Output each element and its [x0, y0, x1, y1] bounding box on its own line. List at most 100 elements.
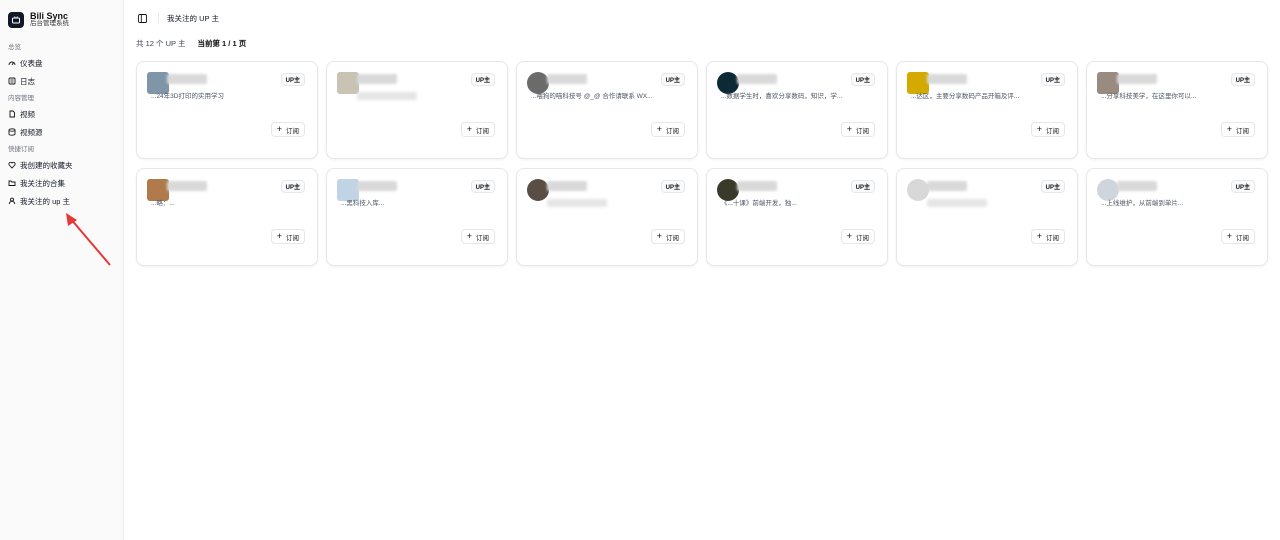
up-name-redacted [737, 181, 777, 191]
page-indicator: 当前第 1 / 1 页 [197, 38, 247, 48]
nav-group-label: 总览 [8, 44, 21, 51]
subscribe-button[interactable]: + 订阅 [270, 122, 305, 137]
brand[interactable]: Bili Sync 后台管理系统 [0, 8, 123, 32]
up-description-redacted [547, 199, 607, 207]
sidebar: Bili Sync 后台管理系统 总览 仪表盘 日志 内容管理 视频 视频源 快… [0, 0, 124, 540]
plus-icon: + [276, 124, 282, 134]
main-content: 我关注的 UP 主 共 12 个 UP 主 当前第 1 / 1 页 ...24年… [124, 0, 1280, 540]
topbar-divider [158, 13, 159, 23]
up-badge: UP主 [280, 73, 305, 86]
up-card[interactable]: ...24年3D打印的实用学习 UP主 + 订阅 [136, 61, 318, 159]
up-badge: UP主 [470, 180, 495, 193]
sidebar-item-favorites[interactable]: 我创建的收藏夹 [0, 156, 123, 174]
up-description-redacted [357, 92, 417, 100]
subscribe-button[interactable]: + 订阅 [1030, 229, 1065, 244]
up-description: ...黑科技入库... [341, 200, 385, 207]
subscribe-label: 订阅 [856, 234, 869, 242]
sidebar-item-label: 视频源 [20, 127, 43, 137]
up-card[interactable]: ...上线维护，从前端到单片... UP主 + 订阅 [1086, 168, 1268, 266]
up-name-redacted [357, 181, 397, 191]
up-badge: UP主 [1040, 180, 1065, 193]
subscribe-button[interactable]: + 订阅 [840, 229, 875, 244]
up-badge: UP主 [1040, 73, 1065, 86]
up-name-redacted [737, 74, 777, 84]
up-card[interactable]: ...达区，主要分享数码产品开箱及评... UP主 + 订阅 [896, 61, 1078, 159]
subscribe-label: 订阅 [1236, 127, 1249, 135]
total-count: 共 12 个 UP 主 [136, 38, 186, 48]
sidebar-item-label: 日志 [20, 76, 35, 86]
up-card[interactable]: UP主 + 订阅 [326, 61, 508, 159]
subscribe-label: 订阅 [666, 127, 679, 135]
nav-group-label: 快捷订阅 [8, 146, 34, 153]
subscribe-button[interactable]: + 订阅 [1030, 122, 1065, 137]
subscribe-button[interactable]: + 订阅 [270, 229, 305, 244]
subscribe-label: 订阅 [286, 127, 299, 135]
up-description: ...分享科技美学，在这里你可以... [1101, 93, 1197, 100]
up-name-redacted [547, 181, 587, 191]
tv-logo-icon [8, 12, 24, 28]
subscribe-button[interactable]: + 订阅 [650, 122, 685, 137]
up-card[interactable]: UP主 + 订阅 [516, 168, 698, 266]
up-badge: UP主 [660, 73, 685, 86]
subscribe-button[interactable]: + 订阅 [650, 229, 685, 244]
sidebar-item-label: 我创建的收藏夹 [20, 160, 73, 170]
brand-subtitle: 后台管理系统 [30, 20, 69, 28]
dashboard-icon [8, 61, 16, 66]
subscribe-label: 订阅 [1046, 127, 1059, 135]
up-card[interactable]: UP主 + 订阅 [896, 168, 1078, 266]
plus-icon: + [466, 231, 472, 241]
sidebar-toggle-button[interactable] [134, 10, 150, 26]
sidebar-toggle-icon [137, 13, 147, 23]
folder-icon [8, 180, 16, 186]
subscribe-label: 订阅 [666, 234, 679, 242]
up-description: ...数据学生时，喜欢分享数码，知识，学... [721, 93, 843, 100]
nav-group-label: 内容管理 [8, 95, 34, 102]
up-badge: UP主 [470, 73, 495, 86]
avatar [337, 72, 359, 94]
up-card[interactable]: 《...十课》前端开发，独... UP主 + 订阅 [706, 168, 888, 266]
subscribe-label: 订阅 [856, 127, 869, 135]
subscribe-button[interactable]: + 订阅 [840, 122, 875, 137]
up-badge: UP主 [1230, 73, 1255, 86]
avatar [527, 179, 549, 201]
up-badge: UP主 [280, 180, 305, 193]
sidebar-item-label: 视频 [20, 109, 35, 119]
up-card[interactable]: ...略：... UP主 + 订阅 [136, 168, 318, 266]
up-card[interactable]: ...数据学生时，喜欢分享数码，知识，学... UP主 + 订阅 [706, 61, 888, 159]
nav-group-subscribe: 快捷订阅 我创建的收藏夹 我关注的合集 我关注的 up 主 [0, 144, 123, 210]
sidebar-item-followed-up[interactable]: 我关注的 up 主 [0, 192, 123, 210]
sidebar-item-label: 仪表盘 [20, 58, 43, 68]
subscribe-label: 订阅 [286, 234, 299, 242]
up-description: 《...十课》前端开发，独... [721, 200, 797, 207]
up-description: ...略：... [151, 200, 175, 207]
subscribe-button[interactable]: + 订阅 [460, 229, 495, 244]
sidebar-item-label: 我关注的合集 [20, 178, 65, 188]
subscribe-label: 订阅 [476, 234, 489, 242]
up-name-redacted [927, 181, 967, 191]
nav-group-content: 内容管理 视频 视频源 [0, 93, 123, 141]
sidebar-item-dashboard[interactable]: 仪表盘 [0, 54, 123, 72]
up-description: ...喂狗的喵科技号 @_@ 合作请联系 WX... [531, 93, 653, 100]
up-name-redacted [927, 74, 967, 84]
log-icon [8, 77, 16, 85]
subscribe-button[interactable]: + 订阅 [460, 122, 495, 137]
up-description: ...上线维护，从前端到单片... [1101, 200, 1184, 207]
up-name-redacted [167, 74, 207, 84]
up-card[interactable]: ...黑科技入库... UP主 + 订阅 [326, 168, 508, 266]
plus-icon: + [846, 231, 852, 241]
up-name-redacted [547, 74, 587, 84]
topbar: 我关注的 UP 主 [124, 0, 1280, 36]
up-name-redacted [167, 181, 207, 191]
subscribe-button[interactable]: + 订阅 [1220, 229, 1255, 244]
sidebar-item-collections[interactable]: 我关注的合集 [0, 174, 123, 192]
plus-icon: + [1036, 231, 1042, 241]
sidebar-item-video-source[interactable]: 视频源 [0, 123, 123, 141]
subscribe-button[interactable]: + 订阅 [1220, 122, 1255, 137]
up-card[interactable]: ...分享科技美学，在这里你可以... UP主 + 订阅 [1086, 61, 1268, 159]
heart-icon [8, 161, 16, 169]
video-icon [9, 110, 15, 118]
sidebar-item-video[interactable]: 视频 [0, 105, 123, 123]
up-card[interactable]: ...喂狗的喵科技号 @_@ 合作请联系 WX... UP主 + 订阅 [516, 61, 698, 159]
avatar [907, 179, 929, 201]
sidebar-item-log[interactable]: 日志 [0, 72, 123, 90]
